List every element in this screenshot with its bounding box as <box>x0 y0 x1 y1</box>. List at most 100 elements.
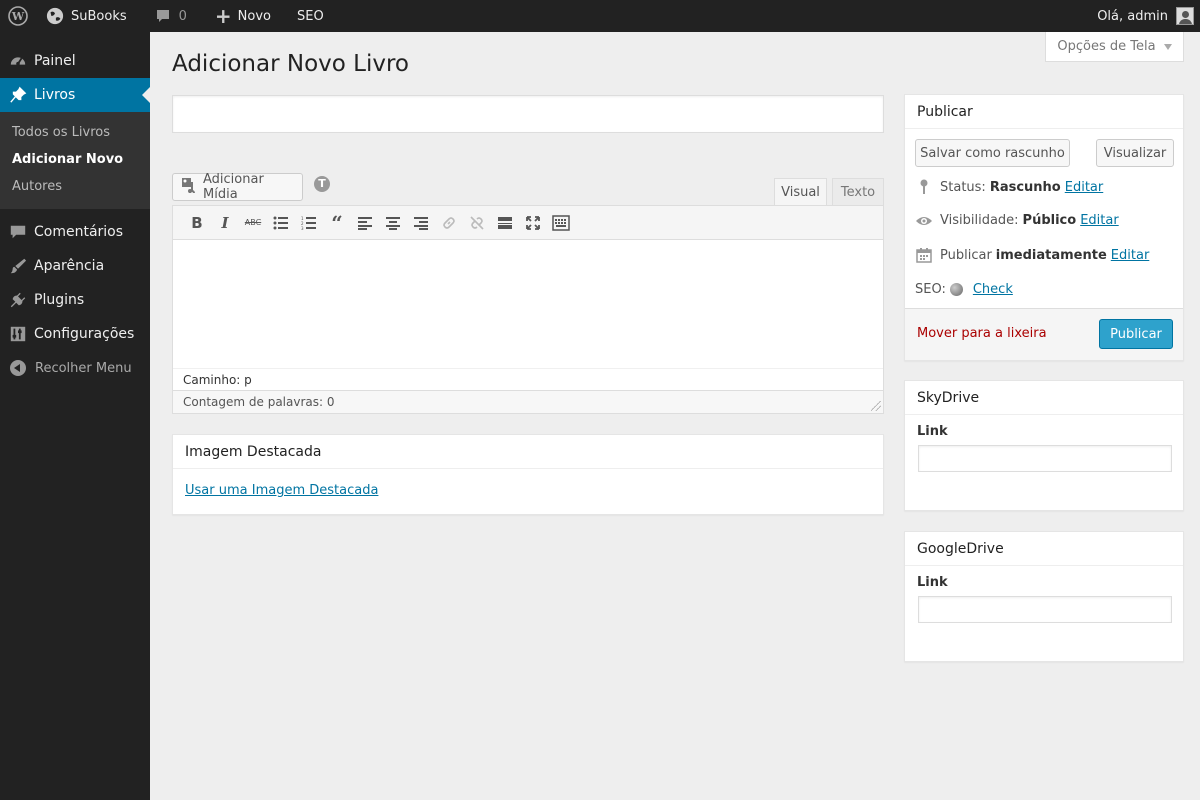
dashboard-icon <box>8 51 28 71</box>
svg-text:3: 3 <box>301 226 304 230</box>
bullet-list-icon[interactable] <box>267 209 295 237</box>
blockquote-icon[interactable]: “ <box>323 209 351 237</box>
set-featured-image-link[interactable]: Usar uma Imagem Destacada <box>185 483 378 498</box>
new-content-link[interactable]: + Novo <box>205 0 281 32</box>
plus-icon: + <box>214 4 232 28</box>
editor-path: Caminho: p <box>173 368 883 390</box>
calendar-icon <box>915 247 933 263</box>
sidebar-item-label: Painel <box>34 53 76 69</box>
livros-submenu: Todos os Livros Adicionar Novo Autores <box>0 112 150 209</box>
comment-icon <box>156 10 169 22</box>
save-draft-label: Salvar como rascunho <box>920 145 1065 161</box>
svg-text:W: W <box>11 10 25 23</box>
edit-status-link[interactable]: Editar <box>1065 180 1104 195</box>
word-count-bar: Contagem de palavras: 0 <box>173 390 883 413</box>
bold-icon[interactable]: B <box>183 209 211 237</box>
comments-link[interactable]: 0 <box>145 0 197 32</box>
seo-check-link[interactable]: Check <box>973 282 1013 297</box>
admin-bar: W SuBooks 0 + Novo SEO Olá, admin <box>0 0 1200 32</box>
italic-icon[interactable]: I <box>211 209 239 237</box>
link-icon[interactable] <box>435 209 463 237</box>
schedule-row: Publicar imediatamente Editar <box>915 247 1149 263</box>
publish-box: Publicar Salvar como rascunho Visualizar… <box>904 94 1184 361</box>
edit-visibility-link[interactable]: Editar <box>1080 213 1119 228</box>
featured-image-title: Imagem Destacada <box>173 435 883 469</box>
resize-handle-icon[interactable] <box>871 401 881 411</box>
visibility-row: Visibilidade: Público Editar <box>915 213 1119 228</box>
comment-icon <box>8 222 28 242</box>
featured-image-box: Imagem Destacada Usar uma Imagem Destaca… <box>172 434 884 515</box>
new-label: Novo <box>237 8 271 24</box>
account-menu[interactable]: Olá, admin <box>1097 0 1200 32</box>
sidebar-item-label: Livros <box>34 87 76 103</box>
sidebar-item-comentarios[interactable]: Comentários <box>0 215 150 249</box>
edit-schedule-link[interactable]: Editar <box>1111 248 1150 263</box>
googledrive-link-label: Link <box>917 575 948 590</box>
googledrive-box: GoogleDrive Link <box>904 531 1184 662</box>
schedule-value: imediatamente <box>995 247 1107 263</box>
seo-menu-link[interactable]: SEO <box>287 0 334 32</box>
sidebar-item-painel[interactable]: Painel <box>0 44 150 78</box>
seo-row: SEO: Check <box>915 282 1013 297</box>
word-count: Contagem de palavras: 0 <box>183 395 335 409</box>
move-to-trash-link[interactable]: Mover para a lixeira <box>917 326 1047 341</box>
avatar <box>1176 7 1194 25</box>
sidebar-item-aparencia[interactable]: Aparência <box>0 249 150 283</box>
status-row: Status: Rascunho Editar <box>915 179 1103 195</box>
typography-plugin-icon[interactable]: T <box>314 176 330 192</box>
googledrive-link-input[interactable] <box>918 596 1172 623</box>
tab-visual[interactable]: Visual <box>774 178 827 206</box>
googledrive-title: GoogleDrive <box>905 532 1183 566</box>
plugin-icon <box>8 290 28 310</box>
publish-button[interactable]: Publicar <box>1099 319 1173 349</box>
visibility-label: Visibilidade: <box>940 213 1019 228</box>
strikethrough-icon[interactable]: ABC <box>239 209 267 237</box>
site-name-link[interactable]: SuBooks <box>36 0 137 32</box>
pin-icon <box>8 85 28 105</box>
media-icon <box>181 177 197 197</box>
eye-icon <box>915 215 933 227</box>
admin-sidebar: Painel Livros Todos os Livros Adicionar … <box>0 32 150 800</box>
submenu-item-todos-os-livros[interactable]: Todos os Livros <box>0 120 150 147</box>
tab-text[interactable]: Texto <box>832 178 884 206</box>
publish-actions: Mover para a lixeira Publicar <box>905 308 1183 360</box>
skydrive-link-label: Link <box>917 424 948 439</box>
align-left-icon[interactable] <box>351 209 379 237</box>
fullscreen-icon[interactable] <box>519 209 547 237</box>
sidebar-item-label: Aparência <box>34 258 105 274</box>
preview-label: Visualizar <box>1103 145 1167 161</box>
sidebar-item-plugins[interactable]: Plugins <box>0 283 150 317</box>
add-media-button[interactable]: Adicionar Mídia <box>172 172 303 202</box>
align-right-icon[interactable] <box>407 209 435 237</box>
toolbar-toggle-icon[interactable] <box>547 209 575 237</box>
read-more-icon[interactable] <box>491 209 519 237</box>
page-title: Adicionar Novo Livro <box>172 51 409 77</box>
sidebar-item-livros[interactable]: Livros <box>0 78 150 112</box>
submenu-item-adicionar-novo[interactable]: Adicionar Novo <box>0 147 150 174</box>
preview-button[interactable]: Visualizar <box>1096 139 1174 167</box>
tab-text-label: Texto <box>840 184 876 200</box>
greeting: Olá, admin <box>1097 8 1168 24</box>
title-input[interactable] <box>172 95 884 133</box>
sidebar-item-configuracoes[interactable]: Configurações <box>0 317 150 351</box>
align-center-icon[interactable] <box>379 209 407 237</box>
add-media-label: Adicionar Mídia <box>203 172 264 202</box>
skydrive-title: SkyDrive <box>905 381 1183 415</box>
comments-count: 0 <box>178 8 187 24</box>
submenu-item-autores[interactable]: Autores <box>0 174 150 201</box>
pin-icon <box>915 179 933 195</box>
visibility-value: Público <box>1022 213 1077 228</box>
status-label: Status: <box>940 179 986 195</box>
publish-button-label: Publicar <box>1110 326 1162 342</box>
settings-icon <box>8 324 28 344</box>
unlink-icon[interactable] <box>463 209 491 237</box>
editor-content-area[interactable] <box>173 240 883 368</box>
collapse-menu-button[interactable]: Recolher Menu <box>0 351 150 385</box>
save-draft-button[interactable]: Salvar como rascunho <box>915 139 1070 167</box>
seo-label: SEO <box>297 8 324 24</box>
screen-options-button[interactable]: Opções de Tela <box>1045 32 1184 62</box>
skydrive-link-input[interactable] <box>918 445 1172 472</box>
numbered-list-icon[interactable]: 123 <box>295 209 323 237</box>
wordpress-logo-icon[interactable]: W <box>0 0 36 32</box>
tab-visual-label: Visual <box>781 184 820 200</box>
